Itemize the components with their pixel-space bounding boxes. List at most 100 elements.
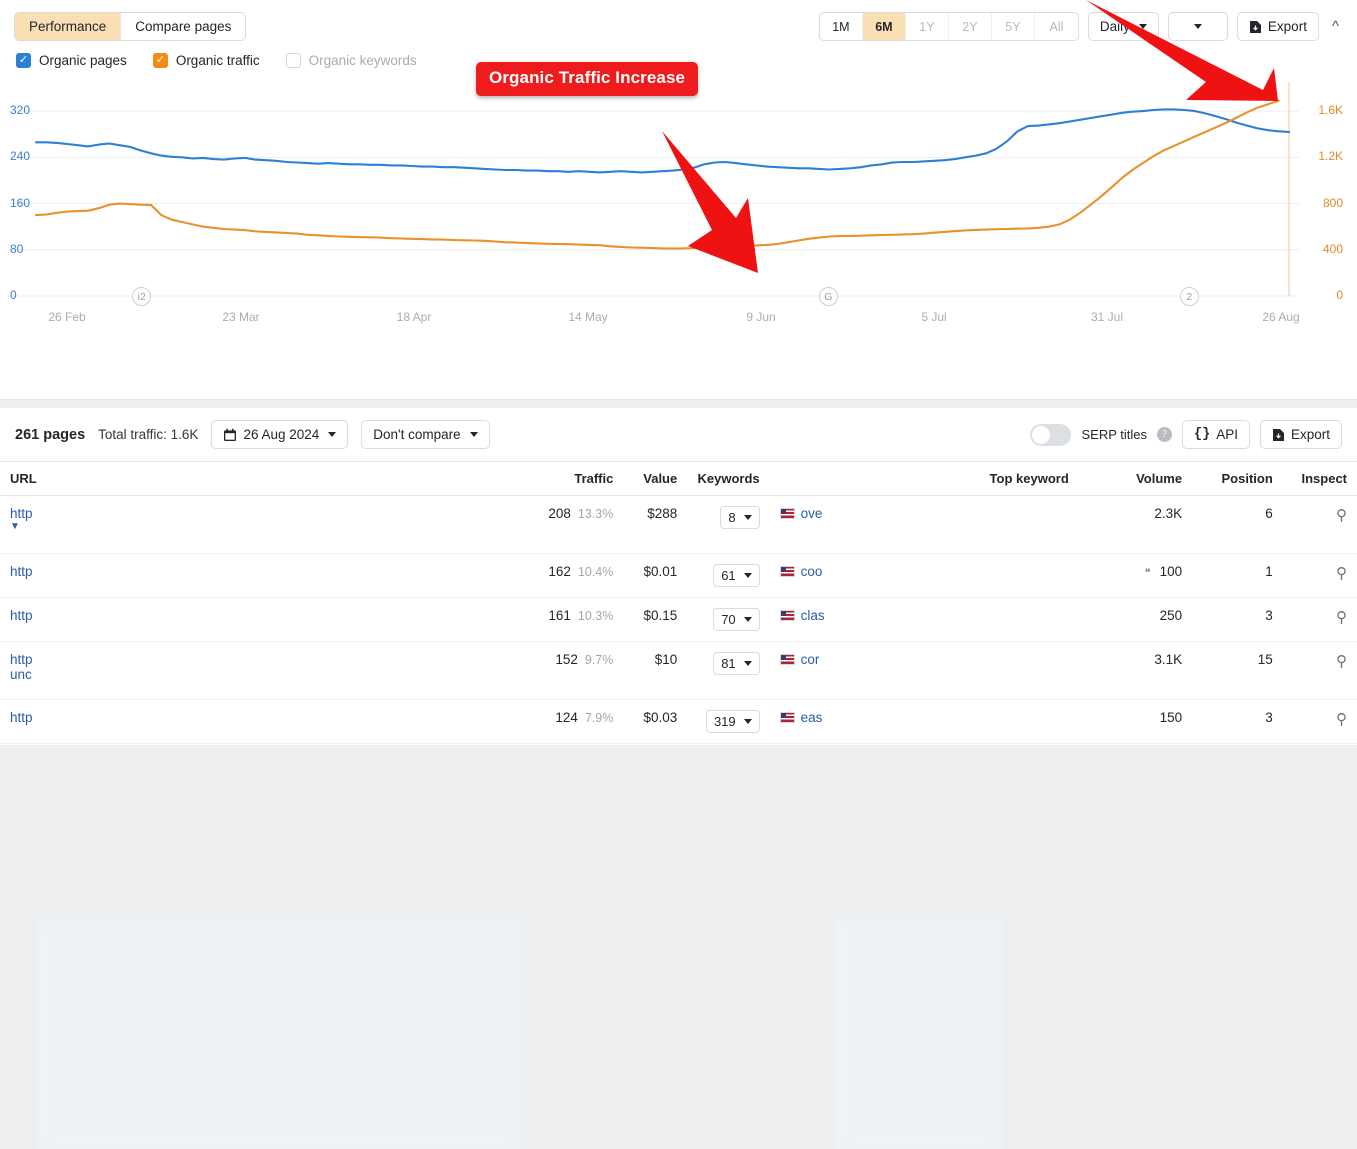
cell-value: $10 (623, 641, 688, 700)
cell-inspect[interactable]: ⚲ (1282, 699, 1357, 744)
keywords-dropdown[interactable]: 8 (720, 506, 760, 529)
help-icon[interactable]: ? (1157, 427, 1172, 442)
serp-titles-toggle[interactable] (1030, 423, 1072, 446)
range-1m[interactable]: 1M (820, 13, 863, 40)
checkbox-checked-icon[interactable]: ✓ (152, 53, 168, 68)
flag-us-icon (779, 566, 795, 577)
date-picker-button[interactable]: 26 Aug 2024 (211, 420, 349, 449)
compare-dropdown-label: Don't compare (373, 427, 461, 442)
cell-url[interactable]: http (0, 699, 536, 744)
range-6m[interactable]: 6M (862, 13, 906, 40)
featured-snippet-icon: ❝ (1144, 567, 1151, 579)
cell-url[interactable]: http (0, 597, 536, 642)
keywords-dropdown[interactable]: 319 (705, 710, 760, 733)
legend-organic-keywords[interactable]: Organic keywords (285, 53, 417, 68)
table-toolbar: 261 pages Total traffic: 1.6K 26 Aug 202… (0, 408, 1357, 461)
top-keyword-link[interactable]: coo (801, 564, 823, 579)
url-link[interactable]: http (10, 564, 33, 579)
tab-compare-pages-label: Compare pages (135, 19, 232, 34)
range-6m-label: 6M (875, 19, 893, 34)
top-keyword-link[interactable]: eas (801, 710, 823, 725)
chart-export-button[interactable]: Export (1236, 12, 1319, 41)
cell-url[interactable]: http ▼ (0, 495, 536, 554)
table-export-button[interactable]: Export (1259, 420, 1342, 449)
url-link[interactable]: http (10, 506, 33, 521)
top-keyword-link[interactable]: cor (801, 652, 820, 667)
cell-position: 6 (1192, 495, 1283, 554)
top-pages-table-panel: 261 pages Total traffic: 1.6K 26 Aug 202… (0, 408, 1357, 1149)
table-right-controls: SERP titles ? {} API Export (1030, 420, 1342, 449)
column-header-url[interactable]: URL (0, 461, 536, 496)
range-all[interactable]: All (1035, 13, 1078, 40)
legend-organic-traffic[interactable]: ✓ Organic traffic (152, 53, 260, 68)
column-header-position[interactable]: Position (1192, 461, 1283, 496)
column-header-inspect[interactable]: Inspect (1282, 461, 1357, 496)
inspect-search-icon[interactable]: ⚲ (1336, 565, 1347, 582)
column-header-volume[interactable]: Volume (1078, 461, 1193, 496)
secondary-dropdown[interactable] (1167, 12, 1228, 41)
toggle-knob (1032, 425, 1051, 444)
chart-event-marker[interactable]: G (818, 287, 838, 306)
inspect-search-icon[interactable]: ⚲ (1336, 609, 1347, 626)
cell-volume: 250 (1078, 597, 1193, 642)
traffic-percent: 13.3% (577, 507, 614, 521)
y-axis-left-tick: 240 (10, 149, 31, 164)
table-row[interactable]: http ▼ 208 13.3% $288 8 ove 2.3K 6 ⚲ (0, 495, 1357, 554)
table-row[interactable]: http 161 10.3% $0.15 70 clas 250 3 ⚲ (0, 597, 1357, 642)
table-row[interactable]: http unc 152 9.7% $10 81 cor 3.1K 15 ⚲ (0, 641, 1357, 700)
flag-us-icon (779, 712, 795, 723)
chart-event-marker[interactable]: 2 (1179, 287, 1199, 306)
cell-traffic: 124 7.9% (535, 699, 624, 744)
table-row[interactable]: http 162 10.4% $0.01 61 coo ❝ 100 1 ⚲ (0, 553, 1357, 598)
traffic-percent: 10.4% (577, 565, 614, 579)
table-row[interactable]: http 124 7.9% $0.03 319 eas 150 3 ⚲ (0, 699, 1357, 744)
range-1m-label: 1M (832, 19, 850, 34)
column-header-keywords[interactable]: Keywords (687, 461, 770, 496)
url-link[interactable]: http (10, 652, 33, 667)
cell-volume: 150 (1078, 699, 1193, 744)
cell-url[interactable]: http unc (0, 641, 536, 700)
collapse-panel-chevron-up-icon[interactable]: ^ (1328, 18, 1343, 35)
cell-position: 3 (1192, 597, 1283, 642)
range-5y[interactable]: 5Y (992, 13, 1035, 40)
cell-inspect[interactable]: ⚲ (1282, 495, 1357, 554)
keyword-blur-overlay (835, 919, 1003, 1149)
tab-compare-pages[interactable]: Compare pages (121, 13, 245, 40)
granularity-dropdown[interactable]: Daily (1087, 12, 1159, 41)
range-2y[interactable]: 2Y (949, 13, 992, 40)
url-link[interactable]: http (10, 608, 33, 623)
inspect-search-icon[interactable]: ⚲ (1336, 507, 1347, 524)
chart-plot-area[interactable]: 0 80 160 240 320 0 400 800 1.2K 1.6K 26 Feb 23 Mar 1… (0, 74, 1357, 336)
expand-row-caret-icon[interactable]: ▼ (10, 521, 526, 532)
inspect-search-icon[interactable]: ⚲ (1336, 711, 1347, 728)
cell-volume: 3.1K (1078, 641, 1193, 700)
column-header-value[interactable]: Value (623, 461, 688, 496)
keywords-dropdown[interactable]: 81 (713, 652, 760, 675)
tab-performance[interactable]: Performance (15, 13, 122, 40)
cell-position: 15 (1192, 641, 1283, 700)
range-1y[interactable]: 1Y (906, 13, 949, 40)
api-button[interactable]: {} API (1182, 420, 1250, 449)
keywords-dropdown[interactable]: 61 (713, 564, 760, 587)
cell-top-keyword: cor (769, 641, 1079, 700)
cell-inspect[interactable]: ⚲ (1282, 641, 1357, 700)
cell-inspect[interactable]: ⚲ (1282, 553, 1357, 598)
top-keyword-link[interactable]: clas (801, 608, 825, 623)
cell-inspect[interactable]: ⚲ (1282, 597, 1357, 642)
cell-position: 1 (1192, 553, 1283, 598)
legend-organic-traffic-label: Organic traffic (175, 53, 260, 68)
checkbox-unchecked-icon[interactable] (285, 53, 301, 68)
inspect-search-icon[interactable]: ⚲ (1336, 653, 1347, 670)
cell-url[interactable]: http (0, 553, 536, 598)
compare-dropdown[interactable]: Don't compare (361, 420, 490, 449)
checkbox-checked-icon[interactable]: ✓ (16, 53, 31, 68)
url-link[interactable]: http (10, 710, 33, 725)
top-keyword-link[interactable]: ove (801, 506, 823, 521)
url-link-line2[interactable]: unc (10, 667, 526, 682)
x-axis-tick: 23 Mar (222, 310, 260, 324)
keywords-dropdown[interactable]: 70 (713, 608, 760, 631)
column-header-traffic[interactable]: Traffic (535, 461, 624, 496)
column-header-top-keyword[interactable]: Top keyword (769, 461, 1079, 496)
table-header-row: URL Traffic Value Keywords Top keyword Volume… (0, 461, 1357, 496)
legend-organic-pages[interactable]: ✓ Organic pages (16, 53, 127, 68)
